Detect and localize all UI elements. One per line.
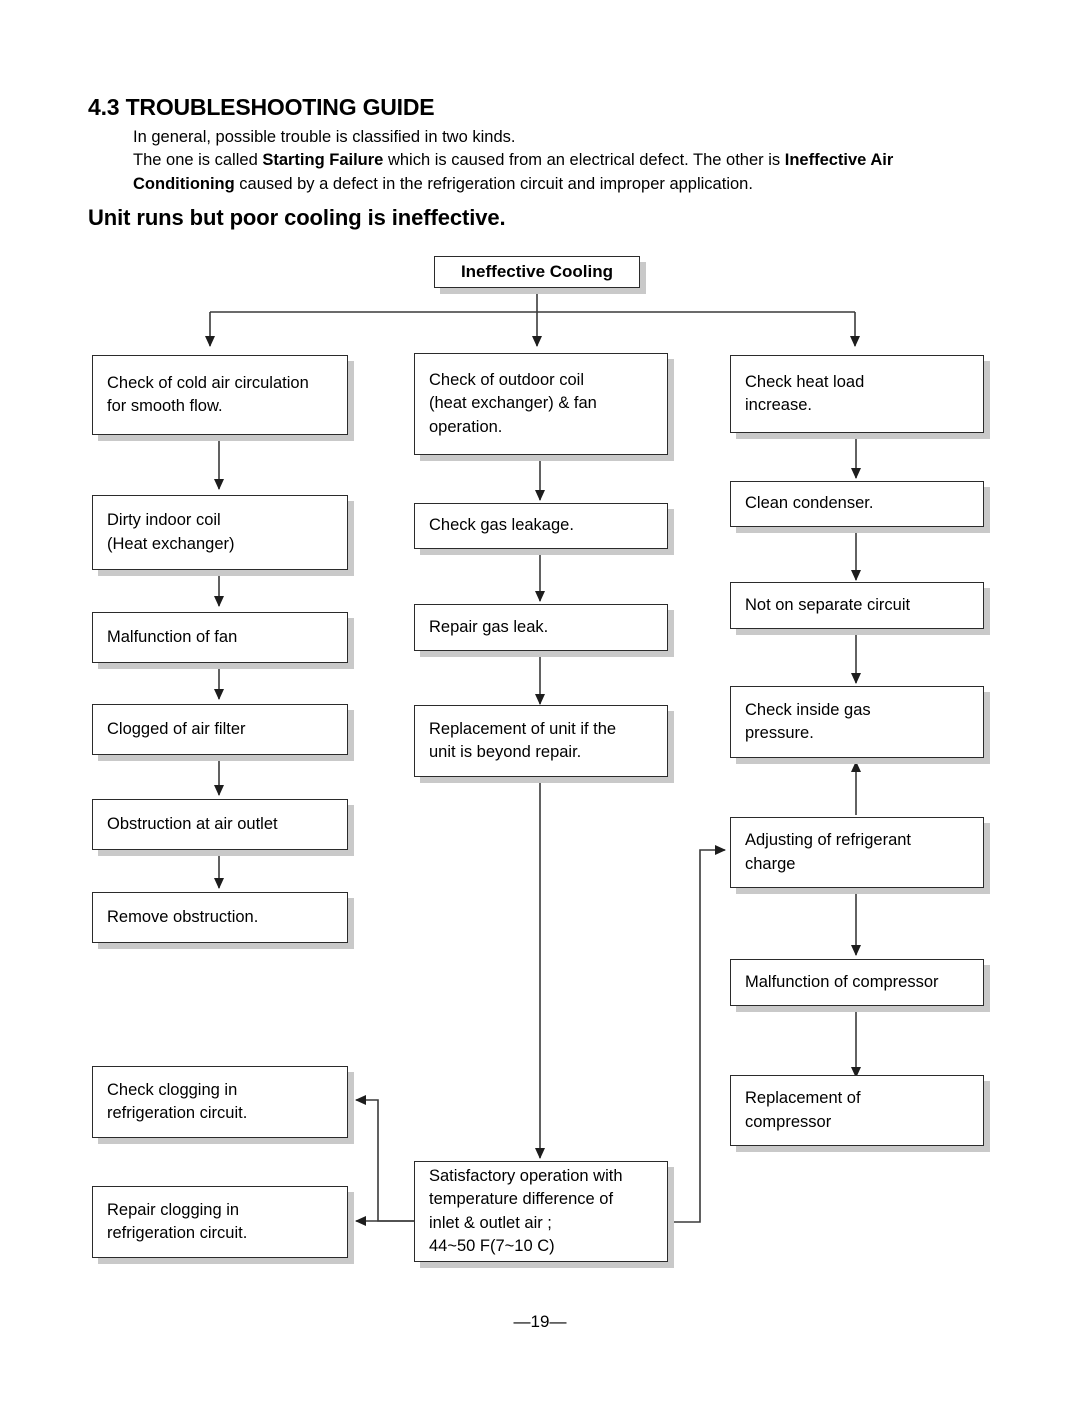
flow-node-check-cold-air-circulation: Check of cold air circulation for smooth…: [92, 355, 348, 435]
flow-node-check-gas-leakage: Check gas leakage.: [414, 503, 668, 549]
page-number: —19—: [513, 1312, 567, 1331]
flow-node-repair-gas-leak: Repair gas leak.: [414, 604, 668, 651]
flow-node-malfunction-of-fan: Malfunction of fan: [92, 612, 348, 663]
flow-node-check-clogging-refrigeration-circuit: Check clogging in refrigeration circuit.: [92, 1066, 348, 1138]
flow-node-satisfactory-operation: Satisfactory operation with temperature …: [414, 1161, 668, 1262]
flow-node-not-on-separate-circuit: Not on separate circuit: [730, 582, 984, 629]
flow-node-obstruction-at-air-outlet: Obstruction at air outlet: [92, 799, 348, 850]
flow-node-remove-obstruction: Remove obstruction.: [92, 892, 348, 943]
flow-node-check-inside-gas-pressure: Check inside gas pressure.: [730, 686, 984, 758]
flow-node-check-outdoor-coil: Check of outdoor coil (heat exchanger) &…: [414, 353, 668, 455]
flow-node-replacement-of-unit: Replacement of unit if the unit is beyon…: [414, 705, 668, 777]
flow-node-adjusting-refrigerant-charge: Adjusting of refrigerant charge: [730, 817, 984, 888]
flow-node-clogged-air-filter: Clogged of air filter: [92, 704, 348, 755]
flow-node-replacement-of-compressor: Replacement of compressor: [730, 1075, 984, 1146]
flow-node-malfunction-of-compressor: Malfunction of compressor: [730, 959, 984, 1006]
flow-node-dirty-indoor-coil: Dirty indoor coil (Heat exchanger): [92, 495, 348, 570]
flow-node-root: Ineffective Cooling: [434, 256, 640, 288]
flow-node-repair-clogging-refrigeration-circuit: Repair clogging in refrigeration circuit…: [92, 1186, 348, 1258]
flow-node-clean-condenser: Clean condenser.: [730, 481, 984, 527]
document-page: 4.3 TROUBLESHOOTING GUIDE In general, po…: [0, 0, 1080, 1405]
troubleshooting-flowchart: Ineffective Cooling Check of cold air ci…: [0, 0, 1080, 1405]
flow-node-check-heat-load-increase: Check heat load increase.: [730, 355, 984, 433]
